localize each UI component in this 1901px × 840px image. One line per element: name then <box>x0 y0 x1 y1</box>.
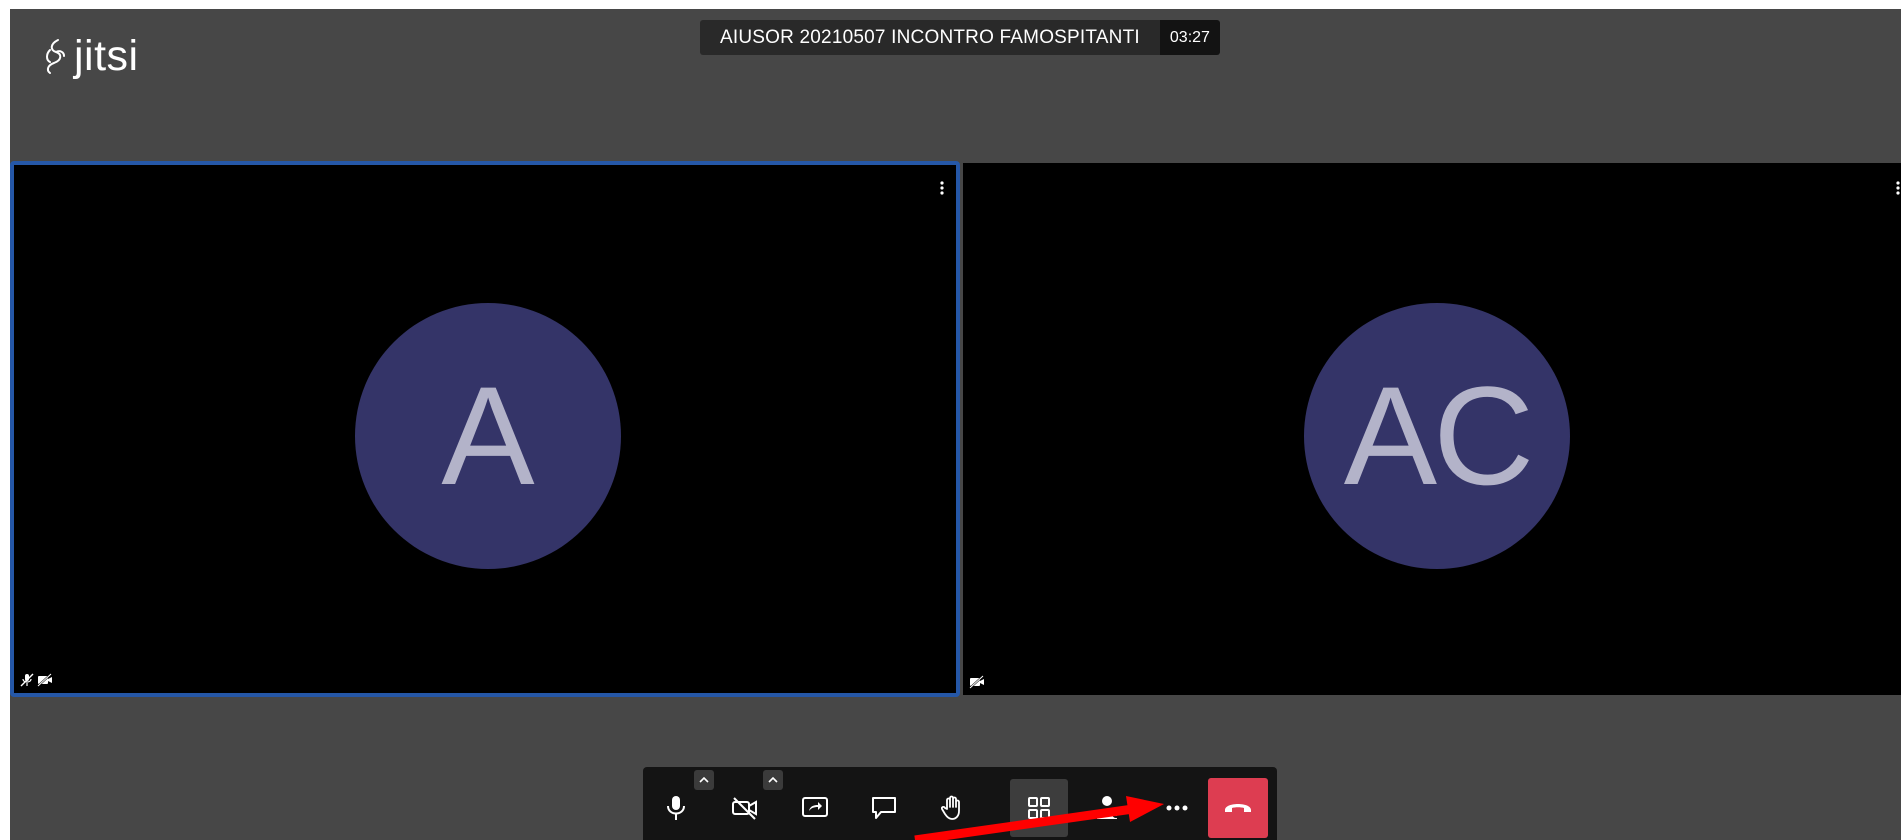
camera-button[interactable] <box>716 779 774 837</box>
participant-tile-a[interactable]: A <box>10 161 960 697</box>
participants-icon <box>1097 796 1120 819</box>
chat-button[interactable] <box>855 779 913 837</box>
raise-hand-button[interactable] <box>924 779 982 837</box>
participants-button[interactable] <box>1079 779 1137 837</box>
tile-menu-button[interactable] <box>1892 177 1901 199</box>
meeting-subject-bar: AIUSOR 20210507 INCONTRO FAMOSPITANTI 03… <box>700 20 1220 55</box>
kebab-menu-icon <box>1896 181 1900 195</box>
more-options-button[interactable] <box>1148 779 1206 837</box>
more-options-icon <box>1166 805 1188 811</box>
jitsi-logo[interactable]: jitsi <box>40 29 139 83</box>
main-toolbar <box>643 767 1277 840</box>
chat-icon <box>872 797 896 819</box>
conference-stage: jitsi AIUSOR 20210507 INCONTRO FAMOSPITA… <box>10 9 1901 840</box>
participant-avatar: A <box>355 303 621 569</box>
tile-menu-button[interactable] <box>936 177 948 199</box>
participant-avatar: AC <box>1304 303 1570 569</box>
share-screen-button[interactable] <box>786 779 844 837</box>
tile-view-button[interactable] <box>1010 779 1068 837</box>
kebab-menu-icon <box>940 181 944 195</box>
mic-muted-icon <box>20 673 34 687</box>
hangup-button[interactable] <box>1208 778 1268 838</box>
raise-hand-icon <box>941 795 960 820</box>
camera-muted-icon <box>37 673 52 687</box>
jitsi-logo-text: jitsi <box>74 31 139 80</box>
hangup-icon <box>1225 804 1251 812</box>
tile-view-icon <box>1028 797 1050 819</box>
camera-off-icon <box>732 797 757 820</box>
tile-status-indicators <box>969 675 985 689</box>
microphone-icon <box>667 796 685 820</box>
camera-muted-icon <box>969 675 984 689</box>
participant-tile-ac[interactable]: AC <box>963 163 1901 695</box>
share-screen-icon <box>802 797 828 817</box>
microphone-button[interactable] <box>647 779 705 837</box>
jitsi-logo-icon <box>46 39 65 74</box>
tile-status-indicators <box>20 673 53 687</box>
meeting-timer: 03:27 <box>1159 20 1220 55</box>
meeting-subject: AIUSOR 20210507 INCONTRO FAMOSPITANTI <box>700 20 1160 55</box>
